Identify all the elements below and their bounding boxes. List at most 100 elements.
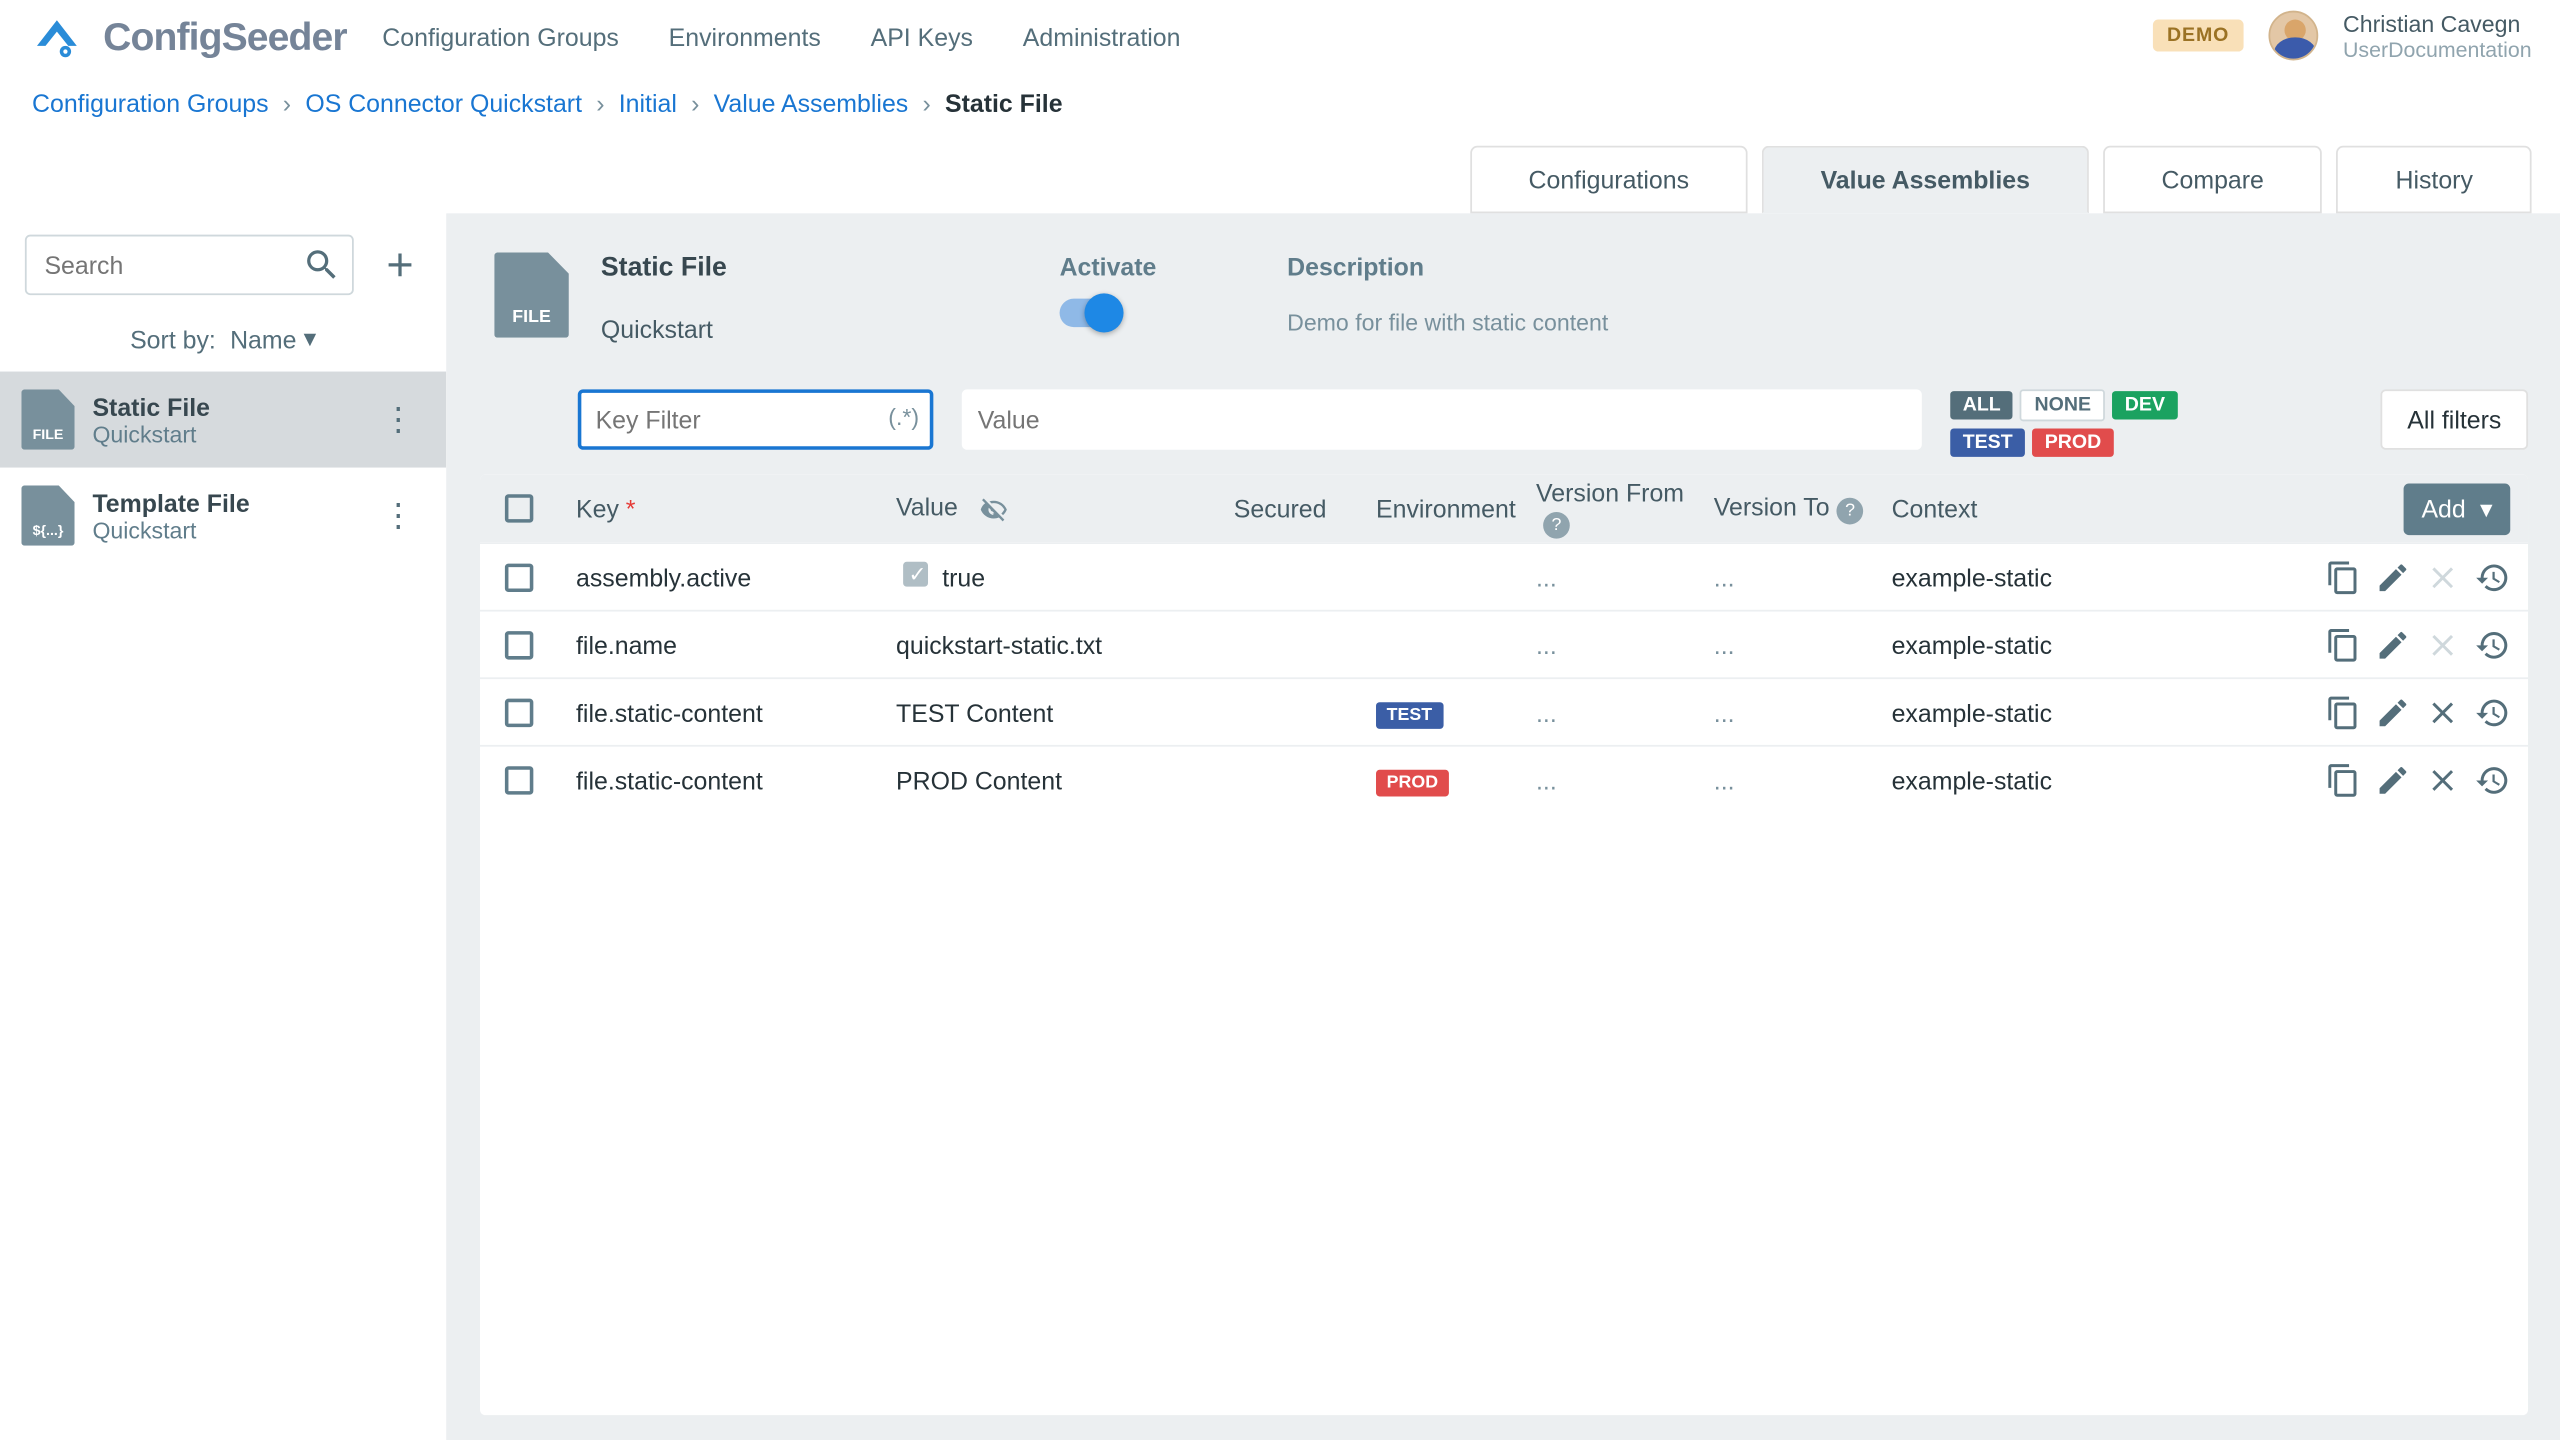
col-version-to[interactable]: Version To? [1714, 492, 1892, 524]
key-filter-input[interactable] [578, 389, 934, 449]
logo[interactable]: ConfigSeeder [28, 13, 346, 59]
file-icon [21, 389, 74, 449]
col-secured[interactable]: Secured [1234, 494, 1376, 522]
delete-icon[interactable] [2425, 762, 2461, 798]
crumb-3[interactable]: Value Assemblies [714, 89, 909, 117]
search-box [25, 235, 354, 295]
search-icon[interactable] [302, 245, 341, 284]
tab-history[interactable]: History [2337, 146, 2532, 214]
file-icon [21, 485, 74, 545]
help-icon[interactable]: ? [1837, 498, 1864, 525]
detail-subtitle: Quickstart [601, 315, 1028, 343]
sidebar-item[interactable]: Static File Quickstart ⋮ [0, 372, 446, 468]
edit-icon[interactable] [2375, 762, 2411, 798]
delete-icon [2425, 627, 2461, 663]
cell-key: file.static-content [576, 765, 896, 793]
sort-dropdown[interactable]: Name ▾ [230, 324, 316, 354]
nav-api-keys[interactable]: API Keys [871, 22, 973, 50]
regex-hint: (.*) [888, 404, 919, 431]
nav-environments[interactable]: Environments [669, 22, 821, 50]
item-menu-button[interactable]: ⋮ [372, 404, 425, 436]
breadcrumb: Configuration Groups› OS Connector Quick… [0, 75, 2560, 132]
item-title: Static File [92, 392, 210, 420]
col-environment[interactable]: Environment [1376, 494, 1536, 522]
sort-value: Name [230, 324, 296, 352]
cell-key: assembly.active [576, 563, 896, 591]
cell-key: file.static-content [576, 698, 896, 726]
tab-compare[interactable]: Compare [2103, 146, 2323, 214]
tab-value-assemblies[interactable]: Value Assemblies [1762, 146, 2089, 214]
copy-icon[interactable] [2325, 559, 2361, 595]
crumb-2[interactable]: Initial [619, 89, 677, 117]
env-tag: PROD [1376, 769, 1449, 796]
crumb-current: Static File [945, 89, 1063, 117]
col-context[interactable]: Context [1892, 494, 2244, 522]
key-filter-box: (.*) [578, 389, 934, 449]
detail-title: Static File [601, 252, 1028, 282]
table-row: file.static-content PROD Content PROD ..… [480, 745, 2528, 813]
item-subtitle: Quickstart [92, 420, 210, 447]
cell-value: true [942, 564, 985, 592]
history-icon[interactable] [2475, 627, 2511, 663]
col-version-from[interactable]: Version From? [1536, 478, 1714, 538]
env-chips: ALLNONEDEV TESTPROD [1950, 389, 2217, 457]
add-assembly-button[interactable] [379, 244, 422, 287]
col-value[interactable]: Value [896, 493, 1234, 524]
copy-icon[interactable] [2325, 694, 2361, 730]
cell-value: PROD Content [896, 765, 1062, 793]
brand-name: ConfigSeeder [103, 13, 347, 59]
chip-none[interactable]: NONE [2020, 389, 2105, 421]
history-icon[interactable] [2475, 559, 2511, 595]
chip-all[interactable]: ALL [1950, 391, 2013, 419]
cell-vfrom: ... [1536, 563, 1714, 591]
cell-vfrom: ... [1536, 630, 1714, 658]
select-all-checkbox[interactable] [505, 494, 533, 522]
tab-configurations[interactable]: Configurations [1470, 146, 1748, 214]
chip-test[interactable]: TEST [1950, 428, 2025, 456]
row-checkbox[interactable] [505, 698, 533, 726]
edit-icon[interactable] [2375, 694, 2411, 730]
cell-vto: ... [1714, 765, 1892, 793]
chip-dev[interactable]: DEV [2112, 391, 2177, 419]
delete-icon [2425, 559, 2461, 595]
add-row-button[interactable]: Add▾ [2404, 483, 2511, 535]
config-table: Key Value Secured Environment Version Fr… [480, 475, 2528, 1415]
chevron-down-icon: ▾ [304, 324, 317, 354]
demo-badge: DEMO [2153, 20, 2244, 52]
edit-icon[interactable] [2375, 559, 2411, 595]
value-filter-input[interactable] [962, 389, 1922, 449]
sidebar-item[interactable]: Template File Quickstart ⋮ [0, 468, 446, 564]
user-role: UserDocumentation [2343, 38, 2532, 64]
cell-vfrom: ... [1536, 698, 1714, 726]
sort-label: Sort by: [130, 324, 216, 352]
nav-administration[interactable]: Administration [1023, 22, 1181, 50]
copy-icon[interactable] [2325, 762, 2361, 798]
history-icon[interactable] [2475, 762, 2511, 798]
activate-toggle[interactable] [1060, 299, 1120, 327]
row-checkbox[interactable] [505, 563, 533, 591]
col-key[interactable]: Key [576, 494, 896, 522]
user-block[interactable]: Christian Cavegn UserDocumentation [2343, 10, 2532, 63]
cell-vfrom: ... [1536, 765, 1714, 793]
description-text: Demo for file with static content [1287, 309, 1608, 336]
all-filters-button[interactable]: All filters [2381, 389, 2528, 449]
cell-vto: ... [1714, 630, 1892, 658]
logo-icon [28, 13, 85, 59]
crumb-1[interactable]: OS Connector Quickstart [305, 89, 582, 117]
edit-icon[interactable] [2375, 627, 2411, 663]
help-icon[interactable]: ? [1543, 512, 1570, 539]
row-checkbox[interactable] [505, 630, 533, 658]
file-icon [494, 252, 569, 337]
visibility-off-icon[interactable] [972, 493, 1007, 521]
avatar[interactable] [2268, 12, 2318, 62]
crumb-0[interactable]: Configuration Groups [32, 89, 269, 117]
history-icon[interactable] [2475, 694, 2511, 730]
nav-configuration-groups[interactable]: Configuration Groups [382, 22, 619, 50]
table-row: file.name quickstart-static.txt ... ... … [480, 610, 2528, 678]
chip-prod[interactable]: PROD [2032, 428, 2113, 456]
copy-icon[interactable] [2325, 627, 2361, 663]
item-menu-button[interactable]: ⋮ [372, 500, 425, 532]
table-row: file.static-content TEST Content TEST ..… [480, 677, 2528, 745]
row-checkbox[interactable] [505, 765, 533, 793]
delete-icon[interactable] [2425, 694, 2461, 730]
